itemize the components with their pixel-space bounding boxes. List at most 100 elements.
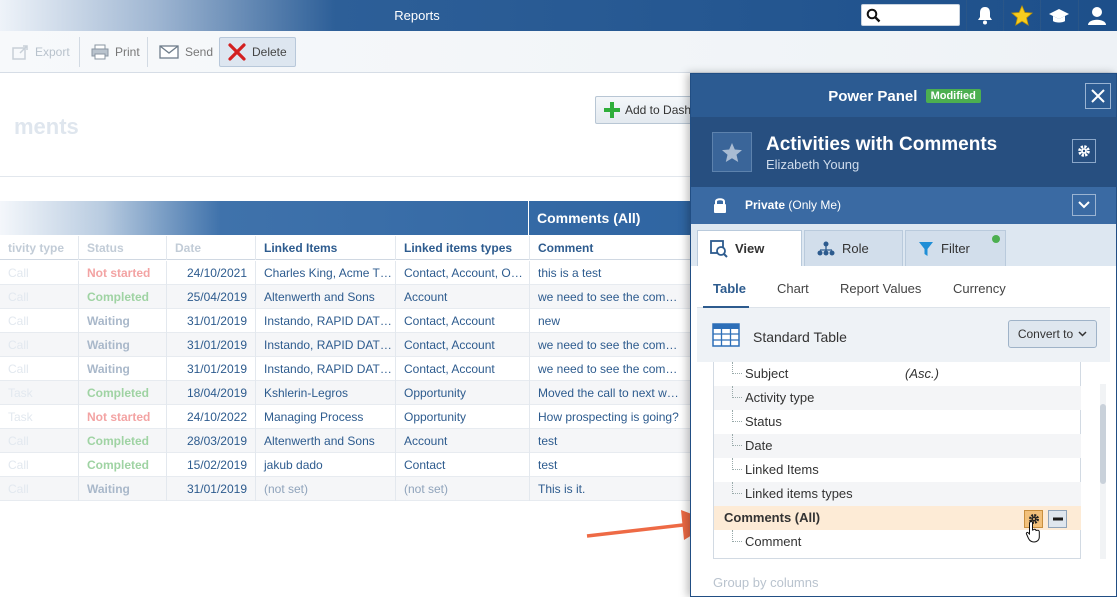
app-title: Reports <box>394 8 440 23</box>
table-type-label: Standard Table <box>753 329 847 345</box>
cell-date: 31/01/2019 <box>166 357 255 381</box>
cell-linked: Managing Process <box>255 405 395 429</box>
tree-group-label: Comments (All) <box>724 510 821 525</box>
tree-item-comment[interactable]: Comment <box>714 530 1081 554</box>
tree-item-label: Linked Items <box>745 462 819 477</box>
column-header-linked-items[interactable]: Linked Items <box>255 236 395 260</box>
chevron-down-icon <box>1078 331 1087 337</box>
table-row[interactable]: Call Waiting 31/01/2019 Instando, RAPID DAT… <box>0 333 690 357</box>
cell-status: Waiting <box>78 477 166 501</box>
cell-linked: Charles King, Acme T… <box>255 261 395 285</box>
tree-group-comments[interactable]: Comments (All) <box>714 506 1081 543</box>
cell-activity: Call <box>8 314 29 328</box>
cell-comment: we need to see the com… <box>529 357 690 381</box>
search-input[interactable] <box>884 7 956 23</box>
privacy-bar[interactable]: Private (Only Me) <box>691 187 1116 224</box>
delete-label: Delete <box>252 45 287 59</box>
subtab-report-values[interactable]: Report Values <box>840 281 921 296</box>
cell-date: 24/10/2021 <box>166 261 255 285</box>
star-icon <box>722 142 742 162</box>
tab-view[interactable]: View <box>697 230 802 266</box>
table-row[interactable]: Task Not started 24/10/2022 Managing Proces… <box>0 405 690 429</box>
bell-icon <box>978 7 992 25</box>
subtab-chart[interactable]: Chart <box>777 281 809 296</box>
table-row[interactable]: Call Completed 25/04/2019 Altenwerth and So… <box>0 285 690 309</box>
minus-icon <box>1052 517 1063 521</box>
send-button[interactable]: Send <box>150 37 222 67</box>
toolbar-divider <box>147 37 148 67</box>
cell-activity: Call <box>8 482 29 496</box>
tree-item[interactable]: Status <box>714 410 1081 434</box>
tree-scrollbar[interactable] <box>1100 384 1106 559</box>
export-button[interactable]: Export <box>2 37 79 67</box>
cell-types: Account <box>395 285 529 309</box>
table-row[interactable]: Call Completed 15/02/2019 jakub dado Contact… <box>0 453 690 477</box>
tree-item[interactable]: Linked Items <box>714 458 1081 482</box>
favorites-button[interactable] <box>1003 0 1040 31</box>
cell-status: Not started <box>78 405 166 429</box>
power-panel-tabs: View Role Filter <box>691 224 1116 266</box>
column-header-row: tivity type Status Date Linked Items Lin… <box>0 236 690 260</box>
subtab-table[interactable]: Table <box>713 281 746 296</box>
scrollbar-thumb[interactable] <box>1100 404 1106 484</box>
cell-activity: Task <box>8 410 33 424</box>
column-header-comment[interactable]: Comment <box>529 236 690 260</box>
power-panel-header: Power Panel Modified <box>691 74 1116 117</box>
tab-view-label: View <box>735 241 765 256</box>
cell-date: 24/10/2022 <box>166 405 255 429</box>
column-header-linked-items-types[interactable]: Linked items types <box>395 236 529 260</box>
subtab-currency[interactable]: Currency <box>953 281 1006 296</box>
cell-activity: Call <box>8 434 29 448</box>
cell-date: 28/03/2019 <box>166 429 255 453</box>
tree-item[interactable]: Subject (Asc.) <box>714 362 1081 386</box>
tree-connector <box>732 410 742 422</box>
group-header-comments: Comments (All) <box>528 201 690 235</box>
remove-group-button[interactable] <box>1048 510 1067 528</box>
convert-to-dropdown[interactable]: Convert to <box>1008 320 1097 348</box>
cell-types: Contact, Account <box>395 357 529 381</box>
tree-item[interactable]: Activity type <box>714 386 1081 410</box>
group-header: Comments (All) <box>0 201 690 235</box>
delete-button[interactable]: Delete <box>219 37 296 67</box>
role-icon <box>817 241 835 255</box>
print-button[interactable]: Print <box>82 37 149 67</box>
favorite-report-button[interactable] <box>712 132 752 172</box>
table-row[interactable]: Task Completed 18/04/2019 Kshlerin-Legros Op… <box>0 381 690 405</box>
add-to-dashboard-button[interactable]: Add to Dash <box>595 96 700 124</box>
cell-types: (not set) <box>395 477 529 501</box>
table-row[interactable]: Call Not started 24/10/2021 Charles King, A… <box>0 261 690 285</box>
tab-filter[interactable]: Filter <box>905 230 1006 266</box>
cell-linked: Altenwerth and Sons <box>255 285 395 309</box>
column-header-status[interactable]: Status <box>78 236 166 260</box>
cell-activity: Task <box>8 386 33 400</box>
column-header-activity-type[interactable]: tivity type <box>0 236 78 260</box>
notifications-button[interactable] <box>966 0 1003 31</box>
academy-button[interactable] <box>1040 0 1077 31</box>
tab-role[interactable]: Role <box>804 230 903 266</box>
star-icon <box>1011 5 1033 26</box>
cell-date: 18/04/2019 <box>166 381 255 405</box>
tree-item-label: Comment <box>745 534 802 549</box>
column-tree: Subject (Asc.) Activity type Status Date Link… <box>713 362 1081 559</box>
table-row[interactable]: Call Waiting 31/01/2019 (not set) (not set) T… <box>0 477 690 501</box>
cell-status: Completed <box>78 453 166 477</box>
cell-types: Contact <box>395 453 529 477</box>
cell-date: 25/04/2019 <box>166 285 255 309</box>
cell-comment: test <box>529 429 690 453</box>
report-settings-button[interactable] <box>1072 139 1096 163</box>
close-panel-button[interactable] <box>1085 83 1111 109</box>
chevron-down-icon <box>1078 201 1090 209</box>
table-row[interactable]: Call Waiting 31/01/2019 Instando, RAPID DAT… <box>0 309 690 333</box>
tree-item[interactable]: Linked items types <box>714 482 1081 506</box>
table-row[interactable]: Call Completed 28/03/2019 Altenwerth and So… <box>0 429 690 453</box>
cell-activity: Call <box>8 290 29 304</box>
table-row[interactable]: Call Waiting 31/01/2019 Instando, RAPID DAT… <box>0 357 690 381</box>
user-icon <box>1088 6 1106 25</box>
privacy-scope: (Only Me) <box>785 198 842 212</box>
tree-item[interactable]: Date <box>714 434 1081 458</box>
cell-activity: Call <box>8 458 29 472</box>
privacy-dropdown-button[interactable] <box>1072 194 1096 216</box>
user-menu-button[interactable] <box>1078 0 1115 31</box>
column-header-date[interactable]: Date <box>166 236 255 260</box>
search-box[interactable] <box>861 4 960 26</box>
